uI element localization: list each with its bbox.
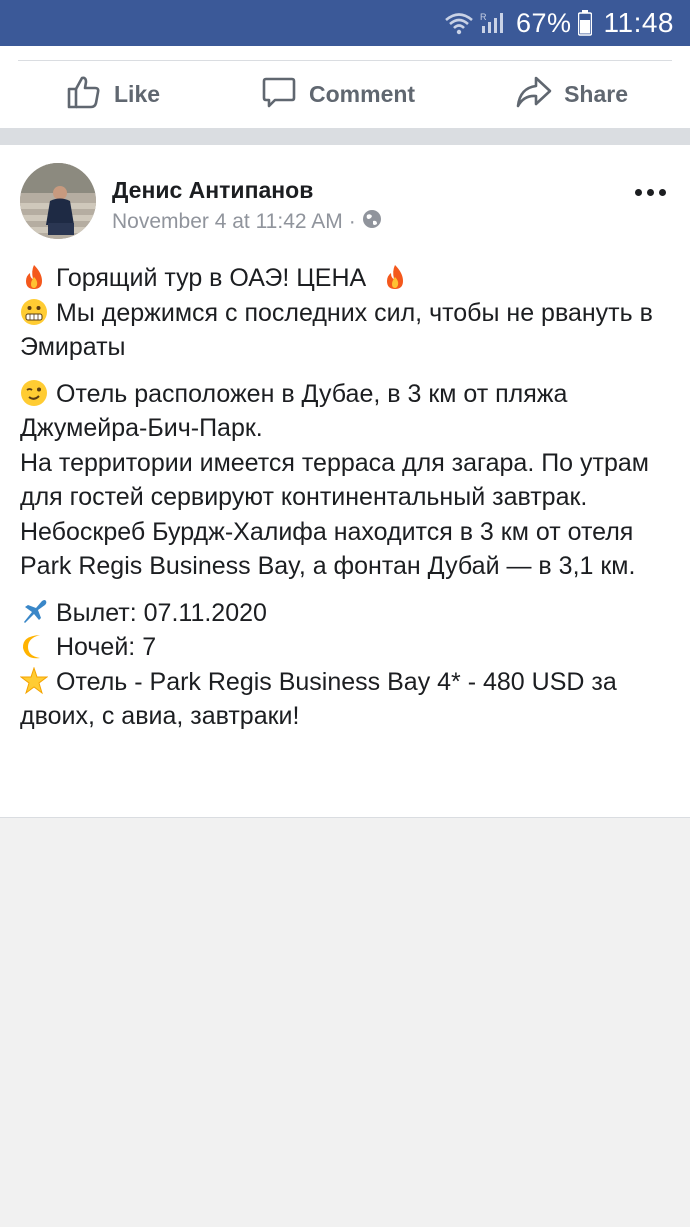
- comment-button[interactable]: Comment: [261, 74, 415, 116]
- comment-label: Comment: [309, 81, 416, 107]
- post-paragraph: Горящий тур в ОАЭ! ЦЕНА Мы держимся с по…: [20, 261, 670, 365]
- post-text-line: Небоскреб Бурдж-Халифа находится в 3 км …: [20, 517, 636, 581]
- battery-percent: 67%: [515, 7, 572, 38]
- nights-line: Ночей: 7: [56, 633, 157, 661]
- winking-emoji-icon: [20, 379, 48, 407]
- post-body: Горящий тур в ОАЭ! ЦЕНА Мы держимся с по…: [19, 261, 670, 746]
- post-text-line: Мы держимся с последних сил, чтобы не рв…: [20, 298, 653, 362]
- like-button[interactable]: Like: [66, 74, 160, 116]
- share-button[interactable]: Share: [516, 74, 628, 116]
- post-timestamp[interactable]: November 4 at 11:42 AM: [112, 210, 343, 234]
- crescent-moon-emoji-icon: [20, 632, 48, 660]
- post-text-line: На территории имеется терраса для загара…: [20, 448, 649, 512]
- author-name[interactable]: Денис Антипанов: [112, 177, 313, 204]
- comment-icon: [261, 74, 297, 116]
- fire-emoji-icon: [20, 263, 48, 291]
- dot: [635, 189, 642, 196]
- wifi-icon: [444, 11, 474, 35]
- post-text-line: Отель расположен в Дубае, в 3 км от пляж…: [20, 379, 568, 443]
- clock: 11:48: [603, 7, 674, 38]
- battery-icon: [577, 10, 592, 36]
- attachment-placeholder: [0, 817, 690, 1227]
- dot: [647, 189, 654, 196]
- share-arrow-icon: [516, 74, 552, 116]
- like-label: Like: [114, 81, 161, 107]
- post-title-line: Горящий тур в ОАЭ! ЦЕНА: [56, 264, 367, 292]
- post-paragraph: Отель расположен в Дубае, в 3 км от пляж…: [20, 377, 670, 584]
- thumbs-up-icon: [66, 74, 102, 116]
- post-card: Денис Антипанов November 4 at 11:42 AM ·…: [0, 145, 690, 817]
- avatar[interactable]: [20, 163, 96, 239]
- status-bar: R 67% 11:48: [0, 0, 690, 46]
- meta-separator: ·: [348, 210, 356, 233]
- action-bar: Like Comment Share: [0, 61, 690, 128]
- more-options-button[interactable]: [635, 189, 666, 196]
- svg-text:R: R: [480, 12, 487, 22]
- dot: [659, 189, 666, 196]
- fire-emoji-icon: [381, 263, 409, 291]
- globe-icon: [362, 209, 382, 235]
- post-paragraph: Вылет: 07.11.2020 Ночей: 7 Отель - Park …: [19, 596, 670, 734]
- signal-icon: R: [480, 11, 506, 35]
- feed-separator: [0, 128, 690, 145]
- post-meta: November 4 at 11:42 AM ·: [112, 209, 382, 235]
- departure-line: Вылет: 07.11.2020: [56, 598, 267, 627]
- grimacing-emoji-icon: [20, 298, 48, 326]
- glowing-star-emoji-icon: [19, 665, 49, 695]
- share-label: Share: [564, 81, 628, 107]
- hotel-price-line: Отель - Park Regis Business Bay 4* - 480…: [20, 667, 617, 731]
- airplane-emoji-icon: [20, 598, 48, 626]
